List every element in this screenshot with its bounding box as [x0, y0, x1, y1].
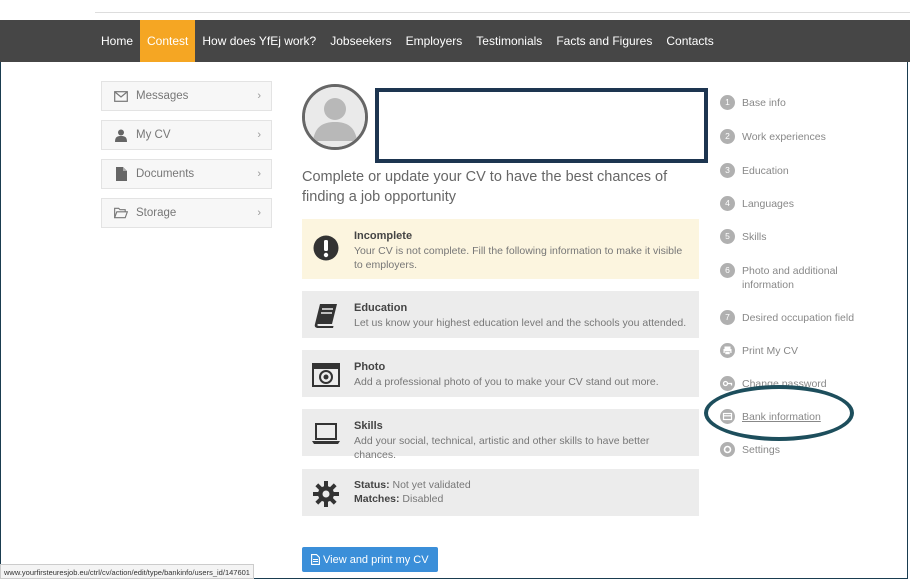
card-title: Skills [354, 420, 383, 432]
step-skills[interactable]: 5 Skills [720, 229, 905, 244]
user-icon [114, 128, 128, 142]
menu-item-storage[interactable]: Storage › [101, 198, 272, 228]
matches-label: Matches: [354, 493, 400, 505]
action-bank-information[interactable]: Bank information [720, 409, 905, 424]
step-desired-occupation[interactable]: 7 Desired occupation field [720, 310, 905, 325]
step-number: 7 [720, 310, 735, 325]
redacted-name-box [375, 88, 708, 163]
card-title: Photo [354, 361, 386, 373]
action-label: Settings [742, 444, 780, 456]
step-label: Work experiences [742, 131, 826, 143]
step-number: 3 [720, 163, 735, 178]
nav-contacts[interactable]: Contacts [659, 20, 720, 62]
step-label: Education [742, 165, 789, 177]
book-icon [312, 301, 340, 331]
menu-item-label: My CV [136, 129, 171, 141]
nav-facts-and-figures[interactable]: Facts and Figures [549, 20, 659, 62]
gear-icon [312, 479, 340, 509]
chevron-right-icon: › [257, 90, 261, 102]
key-icon [720, 376, 735, 391]
menu-item-label: Storage [136, 207, 177, 219]
top-strip [0, 0, 910, 20]
action-change-password[interactable]: Change password [720, 376, 905, 391]
step-label: Skills [742, 231, 767, 243]
step-label: Languages [742, 198, 794, 210]
menu-item-my-cv[interactable]: My CV › [101, 120, 272, 150]
document-icon [311, 554, 320, 565]
chevron-right-icon: › [257, 129, 261, 141]
action-label: Print My CV [742, 345, 799, 357]
education-card[interactable]: Education Let us know your highest educa… [302, 291, 699, 338]
menu-item-label: Messages [136, 90, 189, 102]
button-label: View and print my CV [323, 553, 429, 566]
step-number: 4 [720, 196, 735, 211]
avatar-placeholder-icon [305, 87, 365, 147]
step-photo-additional[interactable]: 6 Photo and additional information [720, 263, 905, 292]
gear-icon [720, 442, 735, 457]
step-label: Photo and additional information [742, 265, 838, 291]
laptop-icon [312, 419, 340, 449]
document-icon [114, 167, 128, 181]
cv-headline: Complete or update your CV to have the b… [302, 169, 668, 205]
card-title: Incomplete [354, 230, 413, 242]
step-languages[interactable]: 4 Languages [720, 196, 905, 211]
chevron-right-icon: › [257, 207, 261, 219]
chevron-right-icon: › [257, 168, 261, 180]
incomplete-card: Incomplete Your CV is not complete. Fill… [302, 219, 699, 279]
card-title: Education [354, 302, 408, 314]
step-work-experiences[interactable]: 2 Work experiences [720, 129, 905, 144]
step-number: 6 [720, 263, 735, 278]
exclamation-circle-icon [312, 233, 340, 263]
action-label: Change password [742, 378, 827, 390]
card-text: Add your social, technical, artistic and… [354, 435, 650, 461]
nav-employers[interactable]: Employers [399, 20, 470, 62]
menu-item-documents[interactable]: Documents › [101, 159, 272, 189]
matches-value: Disabled [399, 493, 444, 505]
left-menu: Messages › My CV › Documents › Storage › [101, 81, 272, 237]
status-block: Status: Not yet validated Matches: Disab… [354, 478, 689, 506]
nav-jobseekers[interactable]: Jobseekers [323, 20, 398, 62]
nav-how-it-works[interactable]: How does YfEj work? [195, 20, 323, 62]
status-label: Status: [354, 479, 390, 491]
step-number: 2 [720, 129, 735, 144]
camera-icon [312, 360, 340, 390]
menu-item-label: Documents [136, 168, 195, 180]
action-settings[interactable]: Settings [720, 442, 905, 457]
menu-item-messages[interactable]: Messages › [101, 81, 272, 111]
step-number: 1 [720, 95, 735, 110]
card-icon [720, 409, 735, 424]
envelope-icon [114, 89, 128, 103]
status-card: Status: Not yet validated Matches: Disab… [302, 469, 699, 516]
action-label: Bank information [742, 411, 821, 423]
step-base-info[interactable]: 1 Base info [720, 95, 905, 110]
card-text: Your CV is not complete. Fill the follow… [354, 245, 683, 271]
browser-status-url: www.yourfirsteuresjob.eu/ctrl/cv/action/… [0, 564, 254, 579]
card-text: Let us know your highest education level… [354, 317, 687, 329]
step-label: Base info [742, 97, 786, 109]
avatar[interactable] [302, 84, 368, 150]
skills-card[interactable]: Skills Add your social, technical, artis… [302, 409, 699, 461]
action-print-cv[interactable]: Print My CV [720, 343, 905, 358]
folder-open-icon [114, 206, 128, 220]
photo-card[interactable]: Photo Add a professional photo of you to… [302, 350, 699, 397]
card-text: Add a professional photo of you to make … [354, 376, 659, 388]
status-value: Not yet validated [389, 479, 471, 491]
step-number: 5 [720, 229, 735, 244]
nav-home[interactable]: Home [94, 20, 140, 62]
step-label: Desired occupation field [742, 312, 855, 324]
print-icon [720, 343, 735, 358]
nav-contest[interactable]: Contest [140, 20, 196, 62]
step-education[interactable]: 3 Education [720, 163, 905, 178]
nav-testimonials[interactable]: Testimonials [469, 20, 549, 62]
main-nav: Home Contest How does YfEj work? Jobseek… [0, 20, 910, 62]
view-and-print-cv-button[interactable]: View and print my CV [302, 547, 438, 572]
